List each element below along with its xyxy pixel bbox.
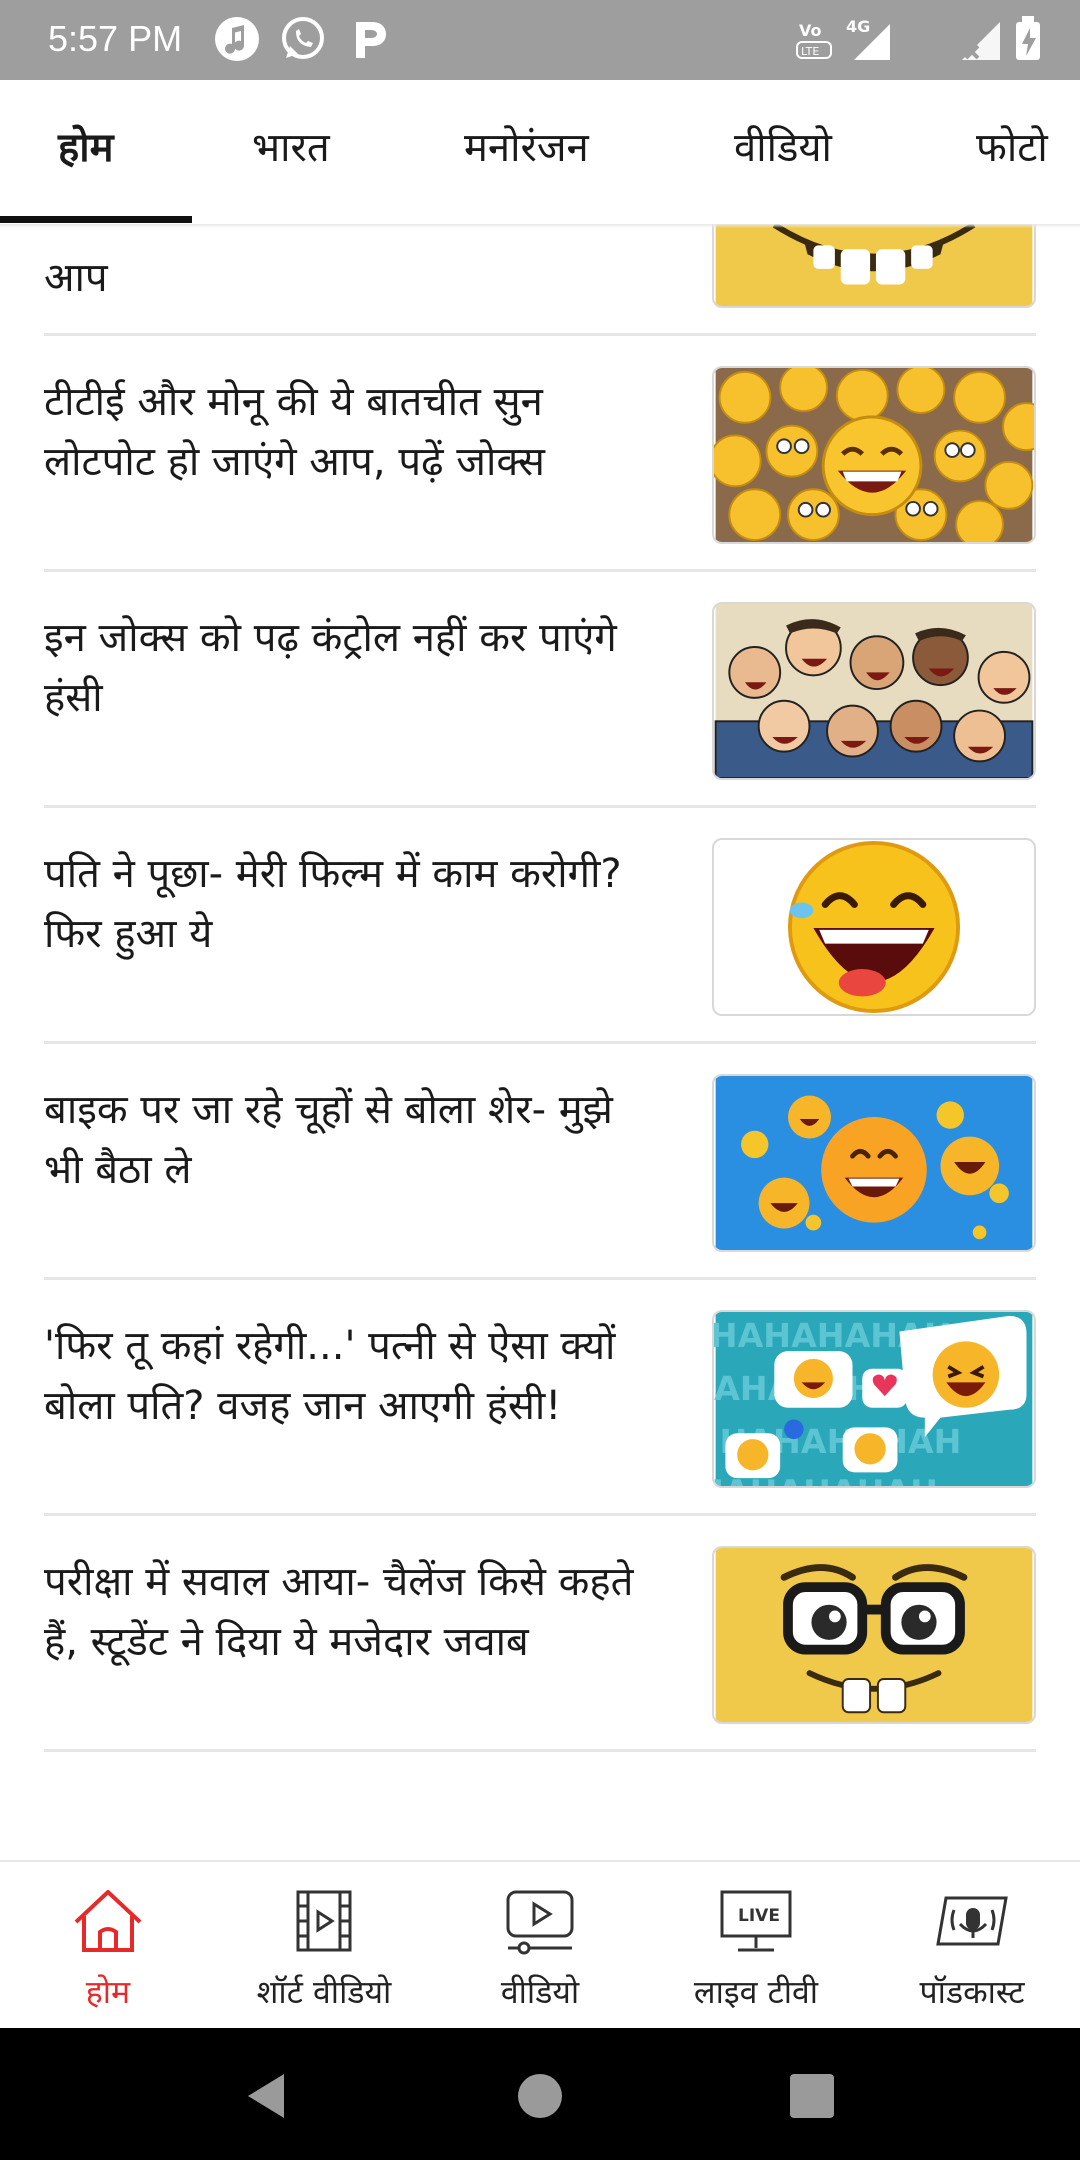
smiley-bubbles-image xyxy=(715,1076,1033,1250)
article-thumbnail[interactable] xyxy=(712,602,1036,780)
headline[interactable]: परीक्षा में सवाल आया- चैलेंज किसे कहते ह… xyxy=(44,1552,664,1672)
headline[interactable]: आप xyxy=(44,248,664,308)
back-icon[interactable] xyxy=(240,2068,296,2124)
headline[interactable]: इन जोक्स को पढ़ कंट्रोल नहीं कर पाएंगे ह… xyxy=(44,608,664,728)
hahaha-chat-image: HAHAHAHAH HAHAHAHAH HAHAHAHAH HAHAHAHAH xyxy=(714,1312,1033,1486)
article-thumbnail[interactable] xyxy=(712,224,1036,308)
film-strip-icon xyxy=(284,1886,364,1956)
tab-home[interactable]: होम xyxy=(58,118,114,173)
video-play-icon xyxy=(500,1886,580,1956)
news-item[interactable]: परीक्षा में सवाल आया- चैलेंज किसे कहते ह… xyxy=(44,1516,1036,1752)
music-icon xyxy=(212,14,262,64)
headline[interactable]: पति ने पूछा- मेरी फिल्म में काम करोगी? फ… xyxy=(44,844,664,964)
headline[interactable]: बाइक पर जा रहे चूहों से बोला शेर- मुझे भ… xyxy=(44,1080,664,1200)
news-item[interactable]: 'फिर तू कहां रहेगी...' पत्नी से ऐसा क्यो… xyxy=(44,1280,1036,1516)
nav-short-video-label: शॉर्ट वीडियो xyxy=(256,1973,392,2011)
active-tab-indicator xyxy=(0,216,192,223)
glasses-smiley-image xyxy=(715,1548,1033,1722)
tab-video[interactable]: वीडियो xyxy=(734,118,832,173)
category-tabs: होम भारत मनोरंजन वीडियो फोटो xyxy=(0,80,1080,224)
news-feed[interactable]: आप टीटीई और मोनू की ये बातचीत सुन लोटपोट… xyxy=(0,224,1080,1860)
news-item[interactable]: आप xyxy=(44,224,1036,336)
bottom-navigation: होम शॉर्ट वीडियो वीडियो LIVE लाइव टीवी प… xyxy=(0,1860,1080,2028)
battery-icon xyxy=(1004,14,1040,64)
laughing-people-image xyxy=(714,604,1034,778)
nav-video-label: वीडियो xyxy=(500,1973,580,2011)
whatsapp-icon xyxy=(278,14,328,64)
nav-podcast[interactable]: पॉडकास्ट xyxy=(864,1862,1080,2030)
nav-short-video[interactable]: शॉर्ट वीडियो xyxy=(216,1862,432,2030)
home-icon xyxy=(68,1886,148,1956)
svg-text:4G: 4G xyxy=(846,17,870,36)
nav-live-tv[interactable]: LIVE लाइव टीवी xyxy=(648,1862,864,2030)
svg-text:LIVE: LIVE xyxy=(738,1906,780,1926)
emoji-pile-image xyxy=(714,368,1034,542)
news-item[interactable]: पति ने पूछा- मेरी फिल्म में काम करोगी? फ… xyxy=(44,808,1036,1044)
live-tv-icon: LIVE xyxy=(716,1886,796,1956)
volte-icon: Vo LTE xyxy=(790,14,832,64)
system-navigation-bar xyxy=(0,2028,1080,2160)
article-thumbnail[interactable] xyxy=(712,1546,1036,1724)
nav-home[interactable]: होम xyxy=(0,1862,216,2030)
tab-photo[interactable]: फोटो xyxy=(976,118,1048,173)
headline[interactable]: 'फिर तू कहां रहेगी...' पत्नी से ऐसा क्यो… xyxy=(44,1316,664,1436)
status-bar: 5:57 PM Vo LTE 4G xyxy=(0,0,1080,80)
news-item[interactable]: बाइक पर जा रहे चूहों से बोला शेर- मुझे भ… xyxy=(44,1044,1036,1280)
article-thumbnail[interactable] xyxy=(712,838,1036,1016)
nav-live-tv-label: लाइव टीवी xyxy=(693,1973,819,2011)
svg-text:Vo: Vo xyxy=(799,21,822,40)
nav-home-label: होम xyxy=(85,1973,131,2011)
article-thumbnail[interactable] xyxy=(712,1074,1036,1252)
nav-podcast-label: पॉडकास्ट xyxy=(919,1973,1025,2011)
signal-icon xyxy=(956,14,1006,64)
tab-bharat[interactable]: भारत xyxy=(252,118,330,173)
article-thumbnail[interactable] xyxy=(712,366,1036,544)
home-circle-icon[interactable] xyxy=(512,2068,568,2124)
laughing-emoji-image xyxy=(715,840,1033,1014)
svg-text:LTE: LTE xyxy=(801,45,819,58)
signal-4g-icon: 4G xyxy=(844,14,894,64)
recents-square-icon[interactable] xyxy=(784,2068,840,2124)
tabs-shadow xyxy=(0,224,1080,228)
p-app-icon xyxy=(344,14,394,64)
headline[interactable]: टीटीई और मोनू की ये बातचीत सुन लोटपोट हो… xyxy=(44,372,664,492)
nav-video[interactable]: वीडियो xyxy=(432,1862,648,2030)
glasses-smiley-image xyxy=(715,224,1033,306)
news-item[interactable]: टीटीई और मोनू की ये बातचीत सुन लोटपोट हो… xyxy=(44,336,1036,572)
podcast-icon xyxy=(932,1886,1012,1956)
tab-entertainment[interactable]: मनोरंजन xyxy=(464,118,589,173)
news-item[interactable]: इन जोक्स को पढ़ कंट्रोल नहीं कर पाएंगे ह… xyxy=(44,572,1036,808)
article-thumbnail[interactable]: HAHAHAHAH HAHAHAHAH HAHAHAHAH HAHAHAHAH xyxy=(712,1310,1036,1488)
status-time: 5:57 PM xyxy=(48,18,183,59)
